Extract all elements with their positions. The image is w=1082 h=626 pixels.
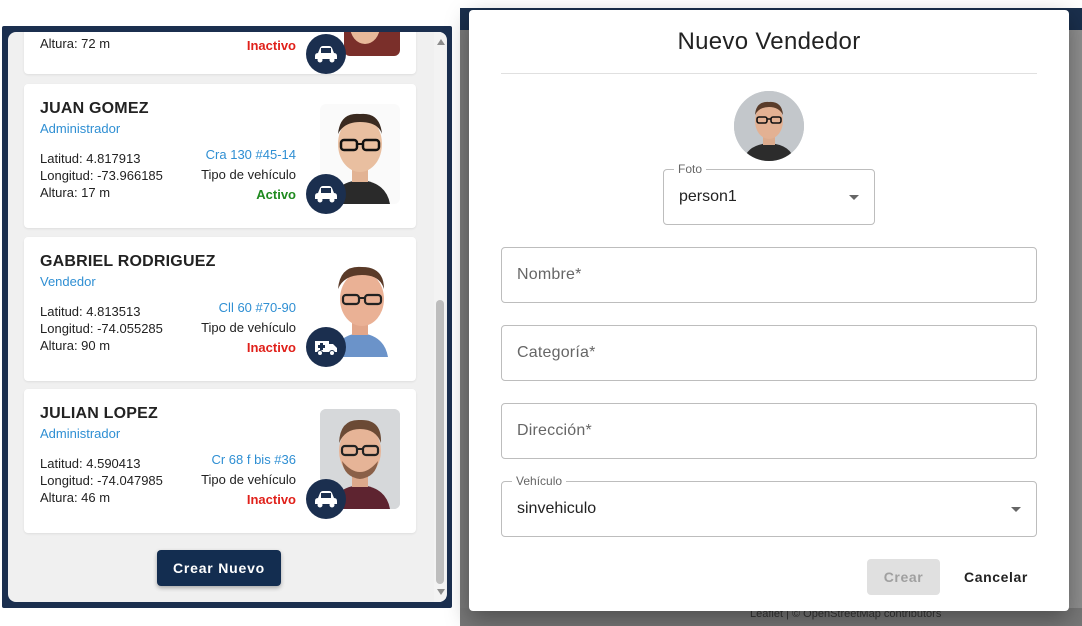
vertical-scrollbar[interactable] bbox=[434, 32, 446, 602]
longitud-text: Longitud: -74.055285 bbox=[40, 321, 163, 336]
status-text: Inactivo bbox=[246, 492, 296, 507]
vehicle-select[interactable]: Vehículo sinvehiculo bbox=[501, 474, 1037, 537]
longitud-text: Longitud: -74.047985 bbox=[40, 473, 163, 488]
address-field-label: Dirección* bbox=[517, 422, 592, 439]
car-icon[interactable] bbox=[306, 479, 346, 519]
address-link[interactable]: Cr 68 f bis #36 bbox=[211, 452, 296, 467]
dropdown-arrow-icon[interactable] bbox=[849, 195, 859, 200]
name-field-label: Nombre* bbox=[517, 266, 582, 283]
latitud-text: Latitud: 4.813513 bbox=[40, 304, 141, 319]
status-text: Inactivo bbox=[246, 38, 296, 53]
latitud-text: Latitud: 4.590413 bbox=[40, 456, 141, 471]
vendor-name: GABRIEL RODRIGUEZ bbox=[40, 253, 216, 270]
car-icon[interactable] bbox=[306, 34, 346, 74]
longitud-text: Longitud: -73.966185 bbox=[40, 168, 163, 183]
status-text: Activo bbox=[256, 187, 296, 202]
vendor-name: JUAN GOMEZ bbox=[40, 100, 149, 117]
ambulance-icon[interactable] bbox=[306, 327, 346, 367]
cancel-button[interactable]: Cancelar bbox=[952, 559, 1040, 595]
vendor-card[interactable]: Altura: 72 m Inactivo bbox=[24, 32, 416, 74]
photo-select[interactable]: Foto person1 bbox=[663, 162, 875, 225]
vendor-card[interactable]: JUAN GOMEZ Administrador Latitud: 4.8179… bbox=[24, 84, 416, 228]
altura-text: Altura: 90 m bbox=[40, 338, 111, 353]
vendor-role: Vendedor bbox=[40, 274, 96, 289]
vehicle-type-label: Tipo de vehículo bbox=[201, 167, 296, 182]
vendor-role: Administrador bbox=[40, 426, 121, 441]
dialog-title: Nuevo Vendedor bbox=[677, 28, 861, 55]
address-field[interactable]: Dirección* bbox=[501, 403, 1037, 459]
scroll-up-arrow-icon[interactable] bbox=[437, 39, 445, 45]
scroll-down-arrow-icon[interactable] bbox=[437, 589, 445, 595]
status-text: Inactivo bbox=[246, 340, 296, 355]
name-field[interactable]: Nombre* bbox=[501, 247, 1037, 303]
vendor-card[interactable]: GABRIEL RODRIGUEZ Vendedor Latitud: 4.81… bbox=[24, 237, 416, 381]
category-field-label: Categoría* bbox=[517, 344, 596, 361]
vendor-name: JULIAN LOPEZ bbox=[40, 405, 158, 422]
avatar bbox=[734, 91, 804, 161]
address-link[interactable]: Cll 60 #70-90 bbox=[219, 300, 296, 315]
category-field[interactable]: Categoría* bbox=[501, 325, 1037, 381]
altura-text: Altura: 46 m bbox=[40, 490, 111, 505]
vehicle-select-label: Vehículo bbox=[512, 474, 567, 488]
address-link[interactable]: Cra 130 #45-14 bbox=[206, 147, 296, 162]
photo-select-label: Foto bbox=[674, 162, 707, 176]
latitud-text: Latitud: 4.817913 bbox=[40, 151, 141, 166]
dropdown-arrow-icon[interactable] bbox=[1011, 507, 1021, 512]
vendor-list[interactable]: Altura: 72 m Inactivo JUAN GOMEZ Adminis… bbox=[8, 32, 447, 602]
new-vendor-dialog: Nuevo Vendedor Foto person1 Nombre* Cate… bbox=[469, 10, 1069, 611]
altura-text: Altura: 17 m bbox=[40, 185, 111, 200]
create-button[interactable]: Crear bbox=[867, 559, 940, 595]
car-icon[interactable] bbox=[306, 174, 346, 214]
altura-text: Altura: 72 m bbox=[40, 36, 111, 51]
vehicle-type-label: Tipo de vehículo bbox=[201, 472, 296, 487]
vehicle-select-value: sinvehiculo bbox=[517, 500, 597, 517]
vendor-list-panel: Altura: 72 m Inactivo JUAN GOMEZ Adminis… bbox=[2, 26, 452, 608]
vendor-card[interactable]: JULIAN LOPEZ Administrador Latitud: 4.59… bbox=[24, 389, 416, 533]
vehicle-type-label: Tipo de vehículo bbox=[201, 320, 296, 335]
divider bbox=[501, 73, 1037, 74]
vendor-photo bbox=[344, 32, 400, 56]
photo-select-value: person1 bbox=[679, 188, 737, 205]
create-new-button[interactable]: Crear Nuevo bbox=[157, 550, 281, 586]
vendor-role: Administrador bbox=[40, 121, 121, 136]
scrollbar-thumb[interactable] bbox=[436, 300, 444, 584]
